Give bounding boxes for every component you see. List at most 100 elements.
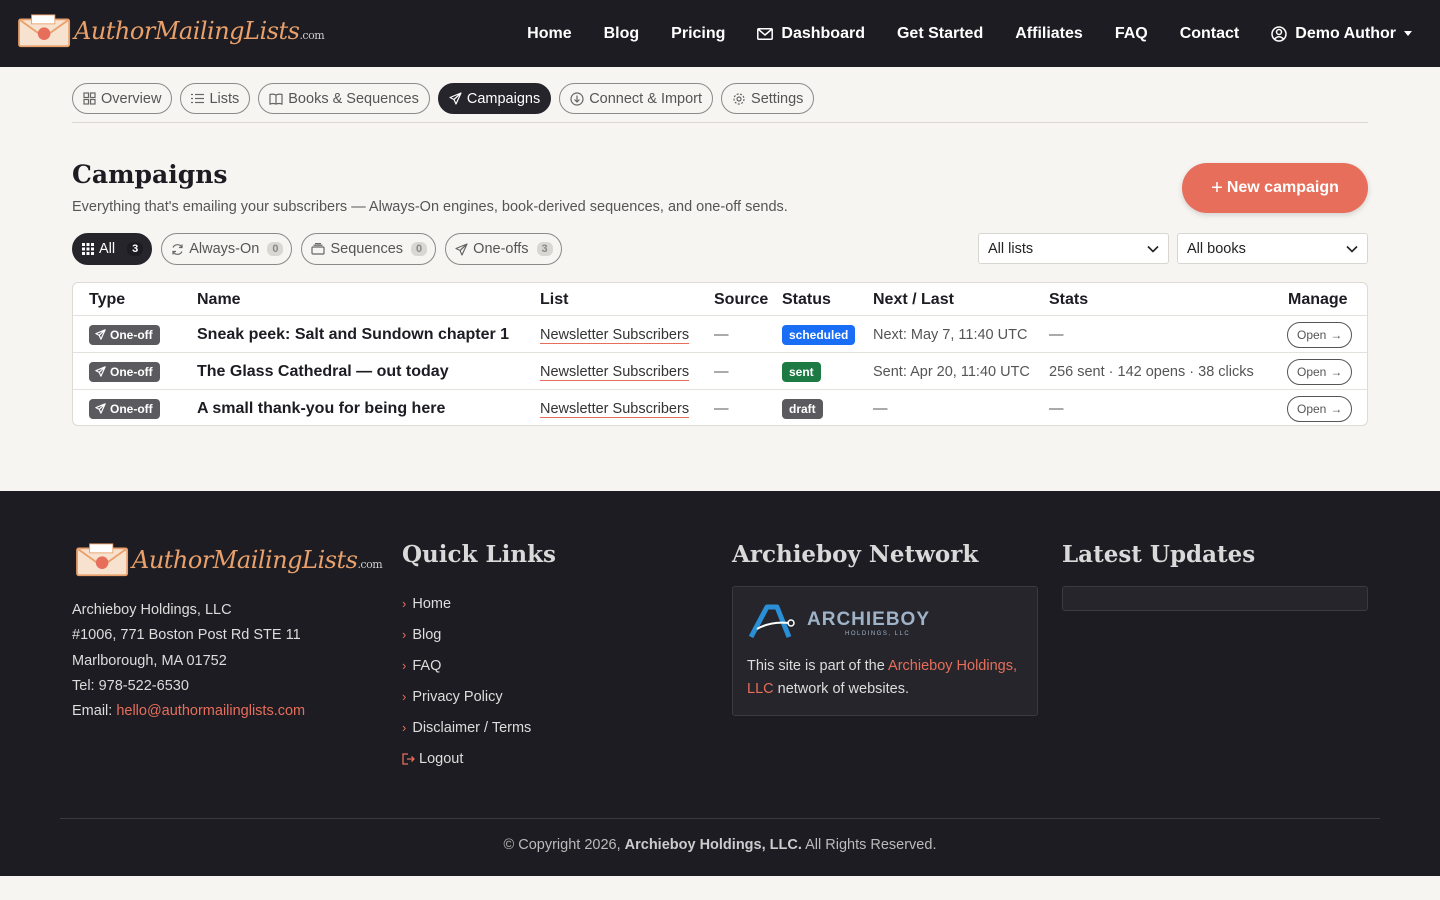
nav-faq[interactable]: FAQ bbox=[1115, 25, 1148, 43]
nav-affiliates[interactable]: Affiliates bbox=[1015, 25, 1083, 43]
address-line: #1006, 771 Boston Post Rd STE 11 bbox=[72, 627, 301, 644]
main-nav: Home Blog Pricing Dashboard Get Started … bbox=[495, 0, 1412, 67]
type-badge: One-off bbox=[89, 324, 160, 345]
filter-one-offs[interactable]: One-offs 3 bbox=[445, 233, 562, 265]
send-icon bbox=[449, 92, 462, 105]
tab-connect-label: Connect & Import bbox=[589, 90, 703, 107]
user-menu-label: Demo Author bbox=[1295, 24, 1396, 42]
tab-lists[interactable]: Lists bbox=[180, 83, 251, 114]
lists-select[interactable]: All lists bbox=[978, 233, 1169, 264]
filter-all-label: All bbox=[99, 241, 116, 257]
quick-link-blog[interactable]: › Blog bbox=[402, 619, 531, 650]
list-link[interactable]: Newsletter Subscribers bbox=[540, 401, 689, 417]
chevron-right-icon: › bbox=[402, 720, 407, 735]
tabs-divider bbox=[72, 122, 1368, 123]
table-row: One-off The Glass Cathedral — out today … bbox=[73, 352, 1367, 389]
col-source: Source bbox=[714, 291, 769, 308]
filter-all-count: 3 bbox=[127, 242, 144, 256]
new-campaign-label: New campaign bbox=[1226, 179, 1339, 196]
quick-links: › Home › Blog › FAQ › Privacy Policy › Discla… bbox=[402, 588, 531, 774]
quick-link-faq[interactable]: › FAQ bbox=[402, 650, 531, 681]
quick-links-title: Quick Links bbox=[402, 541, 556, 568]
open-button[interactable]: Open → bbox=[1287, 321, 1353, 348]
page-title: Campaigns bbox=[72, 160, 228, 189]
list-icon bbox=[191, 93, 205, 104]
new-campaign-button[interactable]: + New campaign bbox=[1182, 163, 1368, 213]
status-badge: sent bbox=[782, 361, 821, 382]
apps-icon bbox=[82, 243, 94, 255]
open-button[interactable]: Open → bbox=[1287, 395, 1353, 422]
send-icon bbox=[95, 329, 106, 340]
archieboy-logo[interactable]: ARCHIEBOY HOLDINGS, LLC bbox=[749, 603, 939, 643]
open-button[interactable]: Open → bbox=[1287, 358, 1353, 385]
type-badge-label: One-off bbox=[110, 327, 153, 342]
source-value: — bbox=[714, 326, 729, 343]
list-link[interactable]: Newsletter Subscribers bbox=[540, 364, 689, 380]
page-subtitle: Everything that's emailing your subscrib… bbox=[72, 199, 788, 215]
chevron-down-icon bbox=[1147, 245, 1159, 253]
open-button-label: Open bbox=[1297, 401, 1327, 416]
updates-title: Latest Updates bbox=[1062, 541, 1256, 568]
tab-books-sequences[interactable]: Books & Sequences bbox=[258, 83, 430, 114]
tab-connect-import[interactable]: Connect & Import bbox=[559, 83, 714, 114]
filter-always-on-count: 0 bbox=[267, 242, 284, 256]
type-filters: All 3 Always-On 0 Sequences 0 One-offs 3 bbox=[72, 233, 571, 265]
tab-campaigns[interactable]: Campaigns bbox=[437, 83, 552, 114]
filter-all[interactable]: All 3 bbox=[72, 233, 153, 265]
stack-icon bbox=[311, 243, 326, 255]
grid-icon bbox=[83, 92, 96, 105]
quick-link-disclaimer[interactable]: › Disclaimer / Terms bbox=[402, 712, 531, 743]
stats-value: — bbox=[1049, 400, 1064, 417]
dashboard-tabs: Overview Lists Books & Sequences Campaig… bbox=[72, 83, 822, 114]
chevron-right-icon: › bbox=[402, 627, 407, 642]
nav-pricing[interactable]: Pricing bbox=[671, 25, 725, 43]
nav-get-started[interactable]: Get Started bbox=[897, 25, 983, 43]
tab-overview[interactable]: Overview bbox=[72, 83, 173, 114]
nav-home[interactable]: Home bbox=[527, 25, 571, 43]
campaign-name[interactable]: Sneak peek: Salt and Sundown chapter 1 bbox=[197, 316, 509, 353]
chevron-right-icon: › bbox=[402, 658, 407, 673]
nav-dashboard[interactable]: Dashboard bbox=[757, 25, 865, 43]
arrow-right-icon: → bbox=[1330, 364, 1343, 379]
nav-blog[interactable]: Blog bbox=[604, 25, 640, 43]
svg-text:HOLDINGS, LLC: HOLDINGS, LLC bbox=[845, 631, 910, 637]
col-name: Name bbox=[197, 291, 241, 308]
books-select-value: All books bbox=[1187, 240, 1246, 257]
plus-icon: + bbox=[1211, 176, 1223, 199]
campaign-name[interactable]: The Glass Cathedral — out today bbox=[197, 353, 449, 390]
next-last-value: — bbox=[873, 400, 888, 417]
footer-logo[interactable]: AuthorMailingLists.com bbox=[74, 543, 383, 577]
envelope-icon bbox=[757, 27, 774, 40]
envelope-logo-icon bbox=[76, 543, 129, 577]
campaigns-table: Type Name List Source Status Next / Last… bbox=[72, 282, 1368, 426]
next-last-value: Sent: Apr 20, 11:40 UTC bbox=[873, 363, 1030, 380]
status-badge: scheduled bbox=[782, 324, 856, 345]
logo-text: AuthorMailingLists.com bbox=[132, 546, 383, 574]
books-select[interactable]: All books bbox=[1177, 233, 1368, 264]
filter-always-on[interactable]: Always-On 0 bbox=[161, 233, 293, 265]
caret-down-icon bbox=[1404, 31, 1412, 36]
logout-link[interactable]: Logout bbox=[402, 743, 531, 774]
chevron-right-icon: › bbox=[402, 596, 407, 611]
filter-sequences[interactable]: Sequences 0 bbox=[301, 233, 437, 265]
chevron-down-icon bbox=[1346, 245, 1358, 253]
quick-link-privacy[interactable]: › Privacy Policy bbox=[402, 681, 531, 712]
filter-always-on-label: Always-On bbox=[189, 241, 260, 257]
site-logo[interactable]: AuthorMailingLists.com bbox=[16, 14, 325, 48]
nav-contact[interactable]: Contact bbox=[1180, 25, 1240, 43]
filter-sequences-label: Sequences bbox=[330, 241, 404, 257]
campaign-name[interactable]: A small thank-you for being here bbox=[197, 390, 445, 427]
open-button-label: Open bbox=[1297, 327, 1327, 342]
send-icon bbox=[455, 242, 468, 256]
email-link[interactable]: hello@authormailinglists.com bbox=[116, 703, 305, 719]
quick-link-home[interactable]: › Home bbox=[402, 588, 531, 619]
book-icon bbox=[269, 93, 283, 105]
address-line: Archieboy Holdings, LLC bbox=[72, 602, 232, 618]
col-list: List bbox=[540, 291, 569, 308]
network-title: Archieboy Network bbox=[732, 541, 979, 568]
user-menu[interactable]: Demo Author bbox=[1271, 25, 1412, 43]
copyright: © Copyright 2026, Archieboy Holdings, LL… bbox=[503, 837, 937, 853]
tab-settings[interactable]: Settings bbox=[721, 83, 815, 114]
filter-one-offs-count: 3 bbox=[536, 242, 553, 256]
list-link[interactable]: Newsletter Subscribers bbox=[540, 327, 689, 343]
